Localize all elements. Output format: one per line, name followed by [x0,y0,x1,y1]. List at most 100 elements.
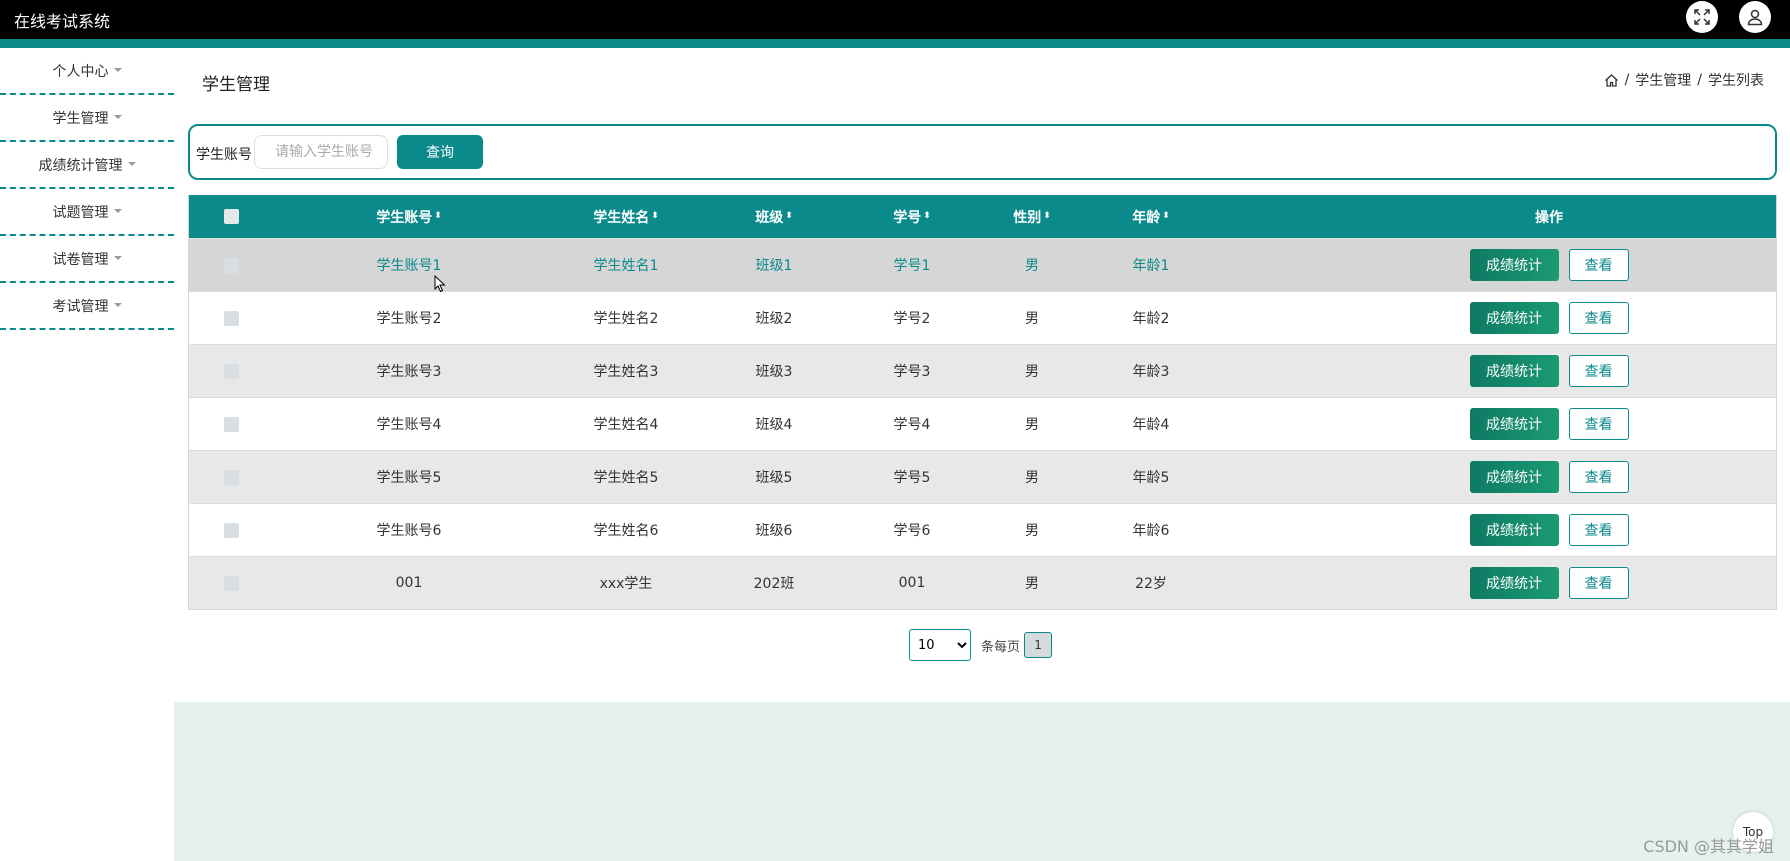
cell-student-number: 001 [898,575,926,591]
score-statistics-button[interactable]: 成绩统计 [1469,355,1559,387]
watermark: CSDN @其其学姐 [1643,837,1774,856]
score-statistics-button[interactable]: 成绩统计 [1469,249,1559,281]
cell-student-number: 学号6 [893,523,931,539]
page-size-select[interactable]: 10 [909,629,971,661]
header-student-name[interactable]: 学生姓名 ⬍ [566,195,686,238]
view-button[interactable]: 查看 [1568,408,1629,440]
table-row[interactable]: 学生账号2 学生姓名2 班级2 学号2 男 年龄2 成绩统计 查看 [189,291,1776,344]
view-button[interactable]: 查看 [1568,567,1629,599]
score-statistics-button[interactable]: 成绩统计 [1469,514,1559,546]
page-title: 学生管理 [202,75,270,95]
cell-class: 班级6 [755,523,793,539]
sidebar-item-score-statistics[interactable]: 成绩统计管理 [0,142,174,189]
row-actions: 成绩统计 查看 [1429,451,1669,503]
search-label: 学生账号 [196,147,252,163]
table-row[interactable]: 学生账号5 学生姓名5 班级5 学号5 男 年龄5 成绩统计 查看 [189,450,1776,503]
score-statistics-button[interactable]: 成绩统计 [1469,567,1559,599]
cell-student-number: 学号4 [893,417,931,433]
row-checkbox[interactable] [223,363,239,379]
row-actions: 成绩统计 查看 [1429,292,1669,344]
select-all-checkbox[interactable] [223,209,239,224]
cell-class: 班级1 [755,258,793,274]
cell-gender: 男 [1025,523,1039,539]
fullscreen-button[interactable] [1686,1,1718,33]
cell-age: 年龄2 [1132,311,1170,327]
search-panel: 学生账号 查询 [188,124,1777,180]
score-statistics-button[interactable]: 成绩统计 [1469,302,1559,334]
row-checkbox[interactable] [223,416,239,432]
chevron-down-icon [113,67,122,72]
sort-icon[interactable]: ⬍ [923,212,931,221]
row-actions: 成绩统计 查看 [1429,239,1669,291]
sort-icon[interactable]: ⬍ [1043,212,1051,221]
breadcrumb-item-student-list: 学生列表 [1708,73,1764,89]
sort-icon[interactable]: ⬍ [651,212,659,221]
table-row[interactable]: 学生账号6 学生姓名6 班级6 学号6 男 年龄6 成绩统计 查看 [189,503,1776,556]
breadcrumb: / 学生管理 / 学生列表 [1604,70,1764,90]
view-button[interactable]: 查看 [1568,355,1629,387]
sort-icon[interactable]: ⬍ [785,212,793,221]
row-checkbox[interactable] [223,522,239,538]
cell-gender: 男 [1025,576,1039,592]
cell-age: 22岁 [1135,576,1167,592]
user-menu-button[interactable] [1739,1,1771,33]
pagination: 10 条每页 1 [909,629,1053,661]
header-student-account[interactable]: 学生账号 ⬍ [349,195,469,238]
cell-student-account: 001 [395,575,423,591]
table-row[interactable]: 学生账号3 学生姓名3 班级3 学号3 男 年龄3 成绩统计 查看 [189,344,1776,397]
table-row[interactable]: 学生账号1 学生姓名1 班级1 学号1 男 年龄1 成绩统计 查看 [189,238,1776,291]
cell-gender: 男 [1025,258,1039,274]
row-actions: 成绩统计 查看 [1429,557,1669,609]
header-gender[interactable]: 性别 ⬍ [992,195,1072,238]
view-button[interactable]: 查看 [1568,514,1629,546]
row-checkbox[interactable] [223,469,239,485]
student-table: 学生账号 ⬍ 学生姓名 ⬍ 班级 ⬍ 学号 ⬍ 性别 ⬍ 年龄 ⬍ 操作 学生账号1 学生姓名… [188,195,1777,610]
sort-icon[interactable]: ⬍ [434,212,442,221]
breadcrumb-item-student-management[interactable]: 学生管理 [1635,70,1691,90]
row-checkbox[interactable] [223,575,239,591]
cell-class: 班级5 [755,470,793,486]
cell-age: 年龄1 [1132,258,1170,274]
cell-student-account: 学生账号6 [376,523,442,539]
sidebar-item-exam-management[interactable]: 考试管理 [0,283,174,330]
row-checkbox[interactable] [223,310,239,326]
app-title: 在线考试系统 [14,12,111,31]
sidebar-item-student-management[interactable]: 学生管理 [0,95,174,142]
sidebar-item-personal-center[interactable]: 个人中心 [0,48,174,95]
row-actions: 成绩统计 查看 [1429,345,1669,397]
breadcrumb-separator: / [1697,72,1702,88]
score-statistics-button[interactable]: 成绩统计 [1469,408,1559,440]
cell-student-name: 学生姓名6 [593,523,659,539]
cell-class: 班级4 [755,417,793,433]
row-checkbox[interactable] [223,257,239,273]
cell-age: 年龄4 [1132,417,1170,433]
search-button[interactable]: 查询 [397,135,483,169]
sidebar-item-question-management[interactable]: 试题管理 [0,189,174,236]
chevron-down-icon [113,302,122,307]
view-button[interactable]: 查看 [1568,461,1629,493]
header-student-number[interactable]: 学号 ⬍ [872,195,952,238]
view-button[interactable]: 查看 [1568,302,1629,334]
score-statistics-button[interactable]: 成绩统计 [1469,461,1559,493]
sidebar-item-label: 考试管理 [52,298,109,315]
table-header: 学生账号 ⬍ 学生姓名 ⬍ 班级 ⬍ 学号 ⬍ 性别 ⬍ 年龄 ⬍ 操作 [189,195,1776,238]
cell-age: 年龄3 [1132,364,1170,380]
sidebar-item-paper-management[interactable]: 试卷管理 [0,236,174,283]
sidebar: 个人中心 学生管理 成绩统计管理 试题管理 试卷管理 考试管理 [0,48,174,330]
sort-icon[interactable]: ⬍ [1162,212,1170,221]
header-class[interactable]: 班级 ⬍ [734,195,814,238]
page-number-button[interactable]: 1 [1024,632,1053,658]
chevron-down-icon [127,161,136,166]
table-row[interactable]: 学生账号4 学生姓名4 班级4 学号4 男 年龄4 成绩统计 查看 [189,397,1776,450]
view-button[interactable]: 查看 [1568,249,1629,281]
chevron-down-icon [113,208,122,213]
student-account-input[interactable] [254,135,388,169]
home-icon[interactable] [1604,73,1619,88]
cell-student-account: 学生账号4 [376,417,442,433]
cell-student-number: 学号1 [893,258,931,274]
cell-student-account: 学生账号2 [376,311,442,327]
header-age[interactable]: 年龄 ⬍ [1111,195,1191,238]
sidebar-item-label: 试卷管理 [52,251,109,268]
cell-age: 年龄5 [1132,470,1170,486]
table-row[interactable]: 001 xxx学生 202班 001 男 22岁 成绩统计 查看 [189,556,1776,609]
